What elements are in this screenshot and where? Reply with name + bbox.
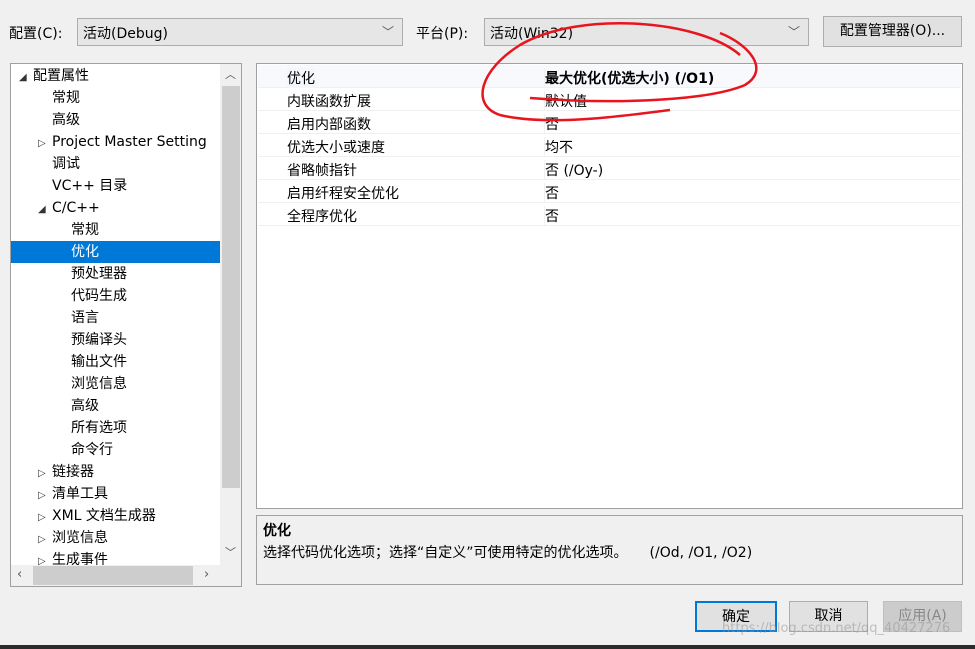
tree-item-label: 浏览信息 [52,530,108,546]
tree-item-label: 常规 [52,90,80,106]
tree-item[interactable]: 调试 [38,153,80,175]
description-text: 选择代码优化选项；选择“自定义”可使用特定的优化选项。 [263,545,628,561]
description-flags: (/Od, /O1, /O2) [649,545,753,561]
tree-item-label: 所有选项 [71,420,127,436]
property-name: 内联函数扩展 [287,94,371,110]
collapsed-triangle-icon[interactable]: ▷ [38,529,52,551]
scroll-down-icon[interactable]: ﹀ [225,544,236,560]
watermark: https://blog.csdn.net/qq_40427276 [722,621,951,636]
collapsed-triangle-icon[interactable]: ▷ [38,507,52,529]
chevron-down-icon: ﹀ [381,25,394,39]
tree-item[interactable]: 命令行 [57,439,113,461]
property-row[interactable]: 省略帧指针 否 (/Oy-) [258,157,961,180]
config-value: 活动(Debug) [83,26,168,42]
tree-item-label: XML 文档生成器 [52,508,156,524]
tree-item-label: 高级 [71,398,99,414]
collapsed-triangle-icon[interactable]: ▷ [38,133,52,155]
tree-item-label: Project Master Setting [52,134,207,150]
property-value[interactable]: 否 [544,183,559,203]
hscroll-thumb[interactable] [33,566,193,585]
tree-item-label: 清单工具 [52,486,108,502]
property-name: 启用内部函数 [287,117,371,133]
tree-item-label: 预编译头 [71,332,127,348]
description-panel: 优化 选择代码优化选项；选择“自定义”可使用特定的优化选项。 (/Od, /O1,… [256,515,963,585]
tree-item[interactable]: 输出文件 [57,351,127,373]
tree-item-label: 优化 [71,244,99,260]
taskbar-edge [0,645,975,649]
property-value[interactable]: 否 [544,206,559,226]
tree-item-label: 调试 [52,156,80,172]
scroll-left-icon[interactable]: ‹ [17,567,22,582]
tree-item[interactable]: 浏览信息 [57,373,127,395]
tree-item-label: 浏览信息 [71,376,127,392]
property-tree[interactable]: ◢ 配置属性 常规 高级 ▷ Project Master Setting 调试 VC++ 目… [10,63,242,587]
collapsed-triangle-icon[interactable]: ▷ [38,485,52,507]
expanded-triangle-icon[interactable]: ◢ [19,67,33,89]
tree-item-label: VC++ 目录 [52,178,128,194]
property-name: 优化 [287,68,315,88]
tree-item-label: 配置属性 [33,68,89,84]
tree-item-label: 命令行 [71,442,113,458]
tree-item-label: 链接器 [52,464,94,480]
tree-item[interactable]: 高级 [38,109,80,131]
tree-item[interactable]: ▷ 链接器 [38,461,94,483]
tree-item[interactable]: 代码生成 [57,285,127,307]
tree-item-label: 预处理器 [71,266,127,282]
tree-item[interactable]: ▷ Project Master Setting [38,131,207,153]
property-name: 省略帧指针 [287,163,357,179]
tree-item-label: C/C++ [52,200,100,216]
property-value[interactable]: 均不 [544,137,573,157]
scroll-thumb[interactable] [222,86,240,488]
property-name: 全程序优化 [287,209,357,225]
tree-item[interactable]: 优化 [11,241,220,263]
tree-item[interactable]: VC++ 目录 [38,175,127,197]
tree-item[interactable]: ◢ C/C++ [38,197,100,219]
tree-item[interactable]: 高级 [57,395,99,417]
tree-item[interactable]: 语言 [57,307,99,329]
chevron-down-icon: ﹀ [787,25,800,39]
tree-item[interactable]: 预处理器 [57,263,127,285]
tree-item[interactable]: ◢ 配置属性 [19,65,89,87]
tree-item[interactable]: 预编译头 [57,329,127,351]
red-annotation-circle [481,21,758,122]
tree-item[interactable]: 常规 [38,87,80,109]
scroll-right-icon[interactable]: › [204,567,209,582]
property-row[interactable]: 优选大小或速度 均不 [258,134,961,157]
config-label: 配置(C): [9,26,63,42]
scroll-up-icon[interactable]: ︿ [225,66,236,82]
tree-item-label: 输出文件 [71,354,127,370]
property-value[interactable]: 否 (/Oy-) [544,160,603,180]
platform-label: 平台(P): [416,26,469,42]
tree-item[interactable]: ▷ XML 文档生成器 [38,505,156,527]
tree-item[interactable]: 常规 [57,219,99,241]
tree-item[interactable]: ▷ 清单工具 [38,483,108,505]
property-name: 优选大小或速度 [287,140,385,156]
config-dropdown[interactable]: 活动(Debug) ﹀ [77,18,403,46]
tree-item[interactable]: ▷ 浏览信息 [38,527,108,549]
expanded-triangle-icon[interactable]: ◢ [38,199,52,221]
tree-item-label: 高级 [52,112,80,128]
property-row[interactable]: 全程序优化 否 [258,203,961,226]
property-row[interactable]: 启用纤程安全优化 否 [258,180,961,203]
tree-item-label: 常规 [71,222,99,238]
description-title: 优化 [263,523,291,539]
property-name: 启用纤程安全优化 [287,186,399,202]
tree-item-label: 代码生成 [71,288,127,304]
tree-item-label: 语言 [71,310,99,326]
tree-item[interactable]: 所有选项 [57,417,127,439]
config-manager-button[interactable]: 配置管理器(O)... [823,16,962,47]
collapsed-triangle-icon[interactable]: ▷ [38,463,52,485]
